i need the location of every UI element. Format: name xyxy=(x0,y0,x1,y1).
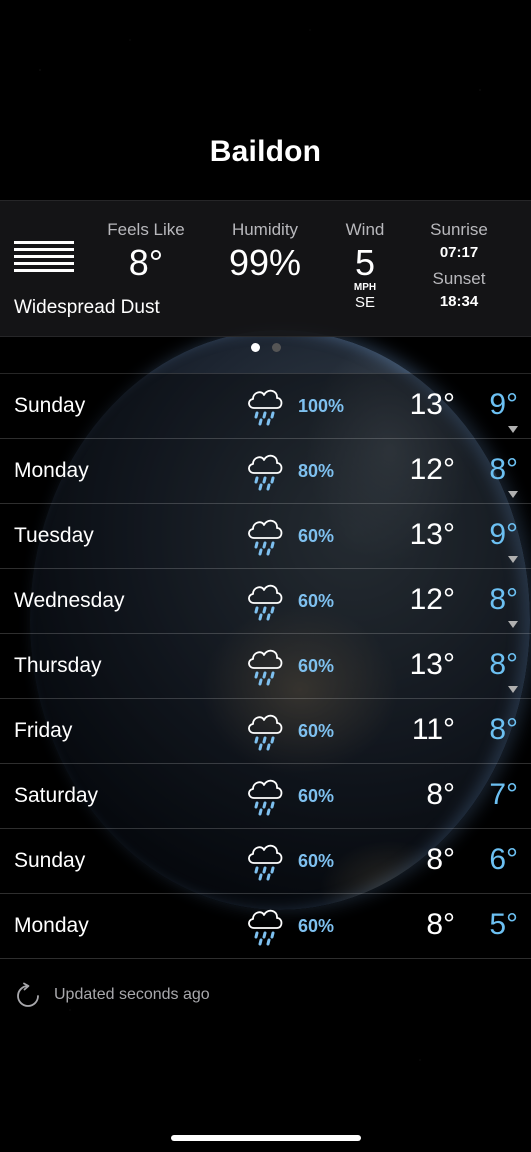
dust-haze-icon xyxy=(14,241,74,276)
high-temp: 13° xyxy=(409,648,455,681)
humidity-metric: Humidity 99% xyxy=(220,220,310,284)
forecast-day: Sunday xyxy=(14,849,86,872)
page-dot-inactive[interactable] xyxy=(271,343,281,352)
low-temp: 9° xyxy=(489,518,518,551)
forecast-day: Sunday xyxy=(14,394,86,417)
wind-label: Wind xyxy=(345,220,385,239)
high-temp: 12° xyxy=(409,453,455,486)
high-temp: 8° xyxy=(426,908,455,941)
forecast-row[interactable]: Wednesday 60% 12° 8° xyxy=(0,569,531,634)
low-temp: 9° xyxy=(489,388,518,421)
high-temp: 8° xyxy=(426,778,455,811)
high-temp: 11° xyxy=(411,713,455,746)
wind-unit: MPH xyxy=(353,282,377,293)
forecast-day: Friday xyxy=(14,719,73,742)
low-temp: 8° xyxy=(489,583,518,616)
sunset-label: Sunset xyxy=(432,269,486,288)
precip-chance: 60% xyxy=(298,721,335,741)
low-temp: 5° xyxy=(489,908,518,941)
forecast-row[interactable]: Monday 80% 12° 8° xyxy=(0,439,531,504)
sunrise-time: 07:17 xyxy=(439,244,479,261)
high-temp: 13° xyxy=(409,388,455,421)
city-title: Baildon xyxy=(209,135,322,168)
feels-like-label: Feels Like xyxy=(107,220,185,239)
forecast-row: Sunday 60% 8° 6° xyxy=(0,829,531,894)
forecast-day: Tuesday xyxy=(14,524,94,547)
humidity-label: Humidity xyxy=(231,220,299,239)
forecast-row[interactable]: Thursday 60% 13° 8° xyxy=(0,634,531,699)
low-temp: 8° xyxy=(489,648,518,681)
high-temp: 13° xyxy=(409,518,455,551)
rain-cloud-icon xyxy=(245,774,285,820)
low-temp: 8° xyxy=(489,713,518,746)
expand-arrow-icon[interactable] xyxy=(508,491,518,498)
precip-chance: 60% xyxy=(298,591,335,611)
wind-speed-value: 5 xyxy=(354,242,376,283)
weather-screen: Baildon Widespread Dust Feels Like 8° Hu… xyxy=(0,0,531,1152)
sun-times-metric: Sunrise 07:17 Sunset 18:34 xyxy=(418,220,500,310)
rain-cloud-icon xyxy=(245,449,285,495)
high-temp: 12° xyxy=(409,583,455,616)
expand-arrow-icon[interactable] xyxy=(508,686,518,693)
rain-cloud-icon xyxy=(245,384,285,430)
expand-arrow-icon[interactable] xyxy=(508,556,518,563)
forecast-row: Friday 60% 11° 8° xyxy=(0,699,531,764)
feels-like-value: 8° xyxy=(128,242,164,283)
wind-direction: SE xyxy=(354,294,375,311)
condition-label: Widespread Dust xyxy=(14,297,160,318)
updated-text: Updated seconds ago xyxy=(54,986,210,1003)
rain-cloud-icon xyxy=(245,709,285,755)
home-indicator[interactable] xyxy=(171,1135,361,1141)
forecast-day: Saturday xyxy=(14,784,99,807)
sunrise-label: Sunrise xyxy=(430,220,488,239)
precip-chance: 100% xyxy=(298,396,345,416)
forecast-row[interactable]: Tuesday 60% 13° 9° xyxy=(0,504,531,569)
precip-chance: 60% xyxy=(298,916,335,936)
rain-cloud-icon xyxy=(245,644,285,690)
rain-cloud-icon xyxy=(245,579,285,625)
precip-chance: 60% xyxy=(298,656,335,676)
feels-like-metric: Feels Like 8° xyxy=(100,220,192,284)
page-indicator[interactable] xyxy=(0,343,531,352)
high-temp: 8° xyxy=(426,843,455,876)
page-dot-active[interactable] xyxy=(250,343,260,352)
rain-cloud-icon xyxy=(245,839,285,885)
humidity-value: 99% xyxy=(228,242,302,283)
rain-cloud-icon xyxy=(245,514,285,560)
daily-forecast-list: Sunday 100% 13° 9° Monday 80% 12° 8° Tuesday 60% 1… xyxy=(0,373,531,959)
forecast-row: Saturday 60% 8° 7° xyxy=(0,764,531,829)
forecast-day: Monday xyxy=(14,914,89,937)
wind-metric: Wind 5 MPH SE xyxy=(335,220,395,311)
precip-chance: 60% xyxy=(298,526,335,546)
low-temp: 7° xyxy=(489,778,518,811)
rain-cloud-icon xyxy=(245,904,285,950)
refresh-icon[interactable] xyxy=(14,982,42,1010)
precip-chance: 60% xyxy=(298,851,335,871)
expand-arrow-icon[interactable] xyxy=(508,621,518,628)
forecast-day: Monday xyxy=(14,459,89,482)
forecast-day: Wednesday xyxy=(14,589,125,612)
current-conditions-panel[interactable]: Widespread Dust Feels Like 8° Humidity 9… xyxy=(0,200,531,337)
expand-arrow-icon[interactable] xyxy=(508,426,518,433)
low-temp: 8° xyxy=(489,453,518,486)
forecast-day: Thursday xyxy=(14,654,102,677)
forecast-row: Monday 60% 8° 5° xyxy=(0,894,531,959)
low-temp: 6° xyxy=(489,843,518,876)
precip-chance: 60% xyxy=(298,786,335,806)
forecast-row[interactable]: Sunday 100% 13° 9° xyxy=(0,374,531,439)
precip-chance: 80% xyxy=(298,461,335,481)
sunset-time: 18:34 xyxy=(439,293,479,310)
